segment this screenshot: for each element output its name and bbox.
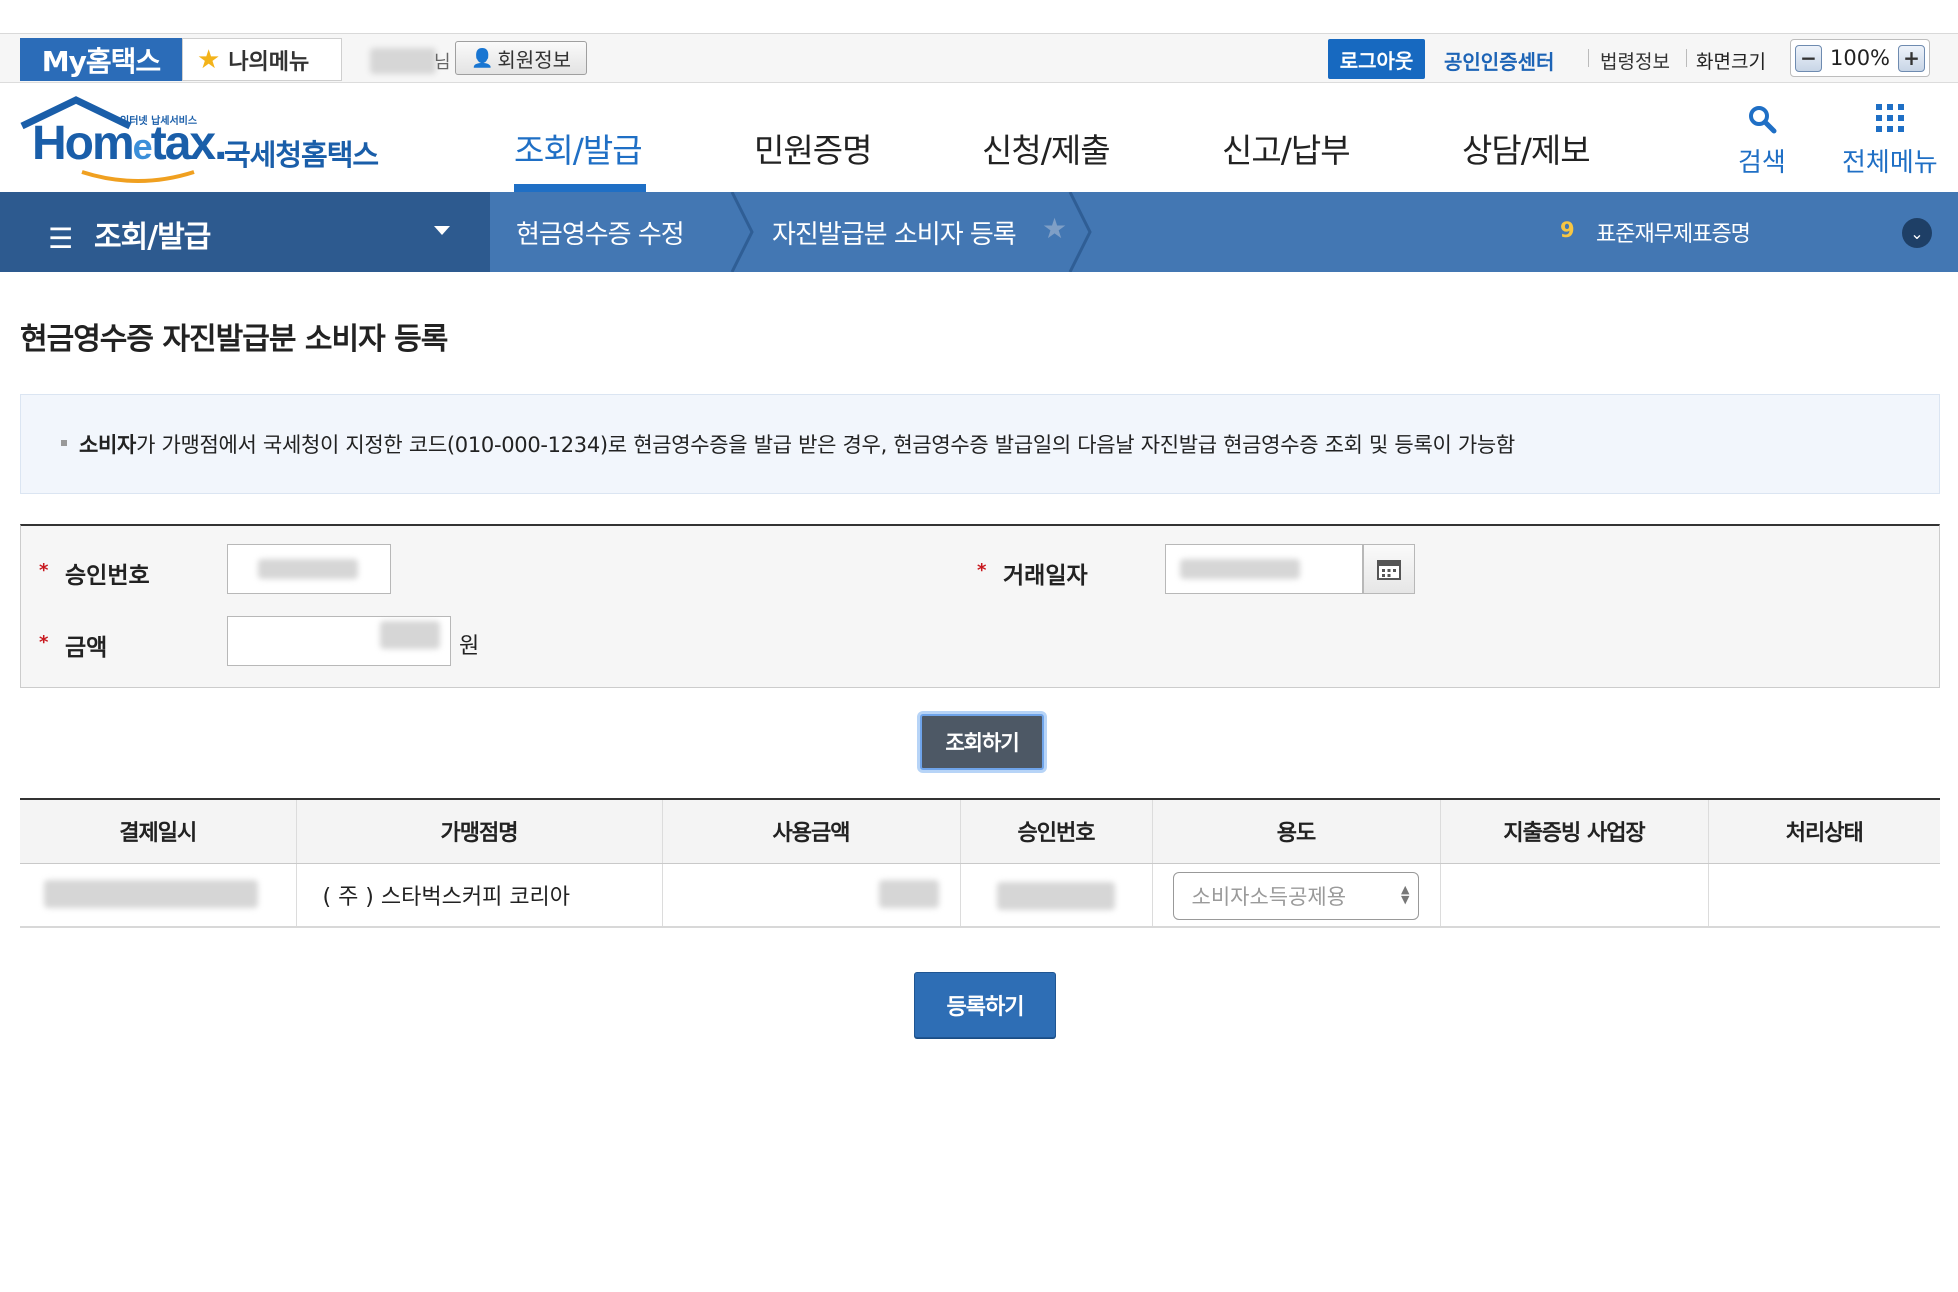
usage-select[interactable]: 소비자소득공제용 ▲ ▼ <box>1172 871 1419 920</box>
redacted-value <box>258 559 358 579</box>
amount-unit: 원 <box>459 634 480 659</box>
grid-menu-icon[interactable] <box>1876 104 1904 132</box>
caret-down-icon <box>434 226 450 235</box>
amount-cell <box>661 863 960 928</box>
breadcrumb-section-title: 조회/발급 <box>94 220 211 255</box>
zoom-level: 100% <box>1829 46 1891 70</box>
law-info-link[interactable]: 법령정보 <box>1600 47 1670 74</box>
usage-select-value: 소비자소득공제용 <box>1191 884 1347 909</box>
payment-datetime-cell <box>20 863 296 928</box>
column-header: 결제일시 <box>20 798 296 864</box>
top-utility-bar: My홈택스 ★ 나의메뉴 님 👤 회원정보 로그아웃 공인인증센터 법령정보 화… <box>0 33 1958 83</box>
star-icon: ★ <box>197 44 221 75</box>
divider <box>1686 49 1687 67</box>
breadcrumb-item-consumer-register[interactable]: 자진발급분 소비자 등록 <box>772 214 1017 251</box>
redacted-value <box>44 879 258 908</box>
amount-label: 금액 <box>65 635 108 661</box>
logo-korean-name: 국세청홈택스 <box>224 138 379 172</box>
required-mark: * <box>39 560 49 581</box>
column-header: 가맹점명 <box>295 798 662 864</box>
merchant-name: ( 주 ) 스타벅스커피 코리아 <box>322 884 571 910</box>
required-mark: * <box>39 632 49 653</box>
result-table: 결제일시 가맹점명 사용금액 승인번호 용도 지출증빙 사업장 처리상태 ( 주… <box>20 798 1940 928</box>
search-button[interactable]: 조회하기 <box>920 714 1044 770</box>
member-info-label: 회원정보 <box>497 47 572 72</box>
quick-menu-item[interactable]: 표준재무제표증명 <box>1596 216 1751 248</box>
hamburger-icon: ☰ <box>48 222 74 255</box>
expense-workplace-cell <box>1439 863 1708 928</box>
transaction-date-label: 거래일자 <box>1003 563 1088 589</box>
notice-text: 소비자가 가맹점에서 국세청이 지정한 코드(010-000-1234)로 현금… <box>79 433 1515 457</box>
approval-number-input[interactable] <box>227 544 391 594</box>
search-icon[interactable] <box>1747 104 1777 134</box>
transaction-date-input[interactable] <box>1165 544 1363 594</box>
logout-button[interactable]: 로그아웃 <box>1328 39 1425 79</box>
register-button[interactable]: 등록하기 <box>914 972 1056 1038</box>
my-menu-button[interactable]: ★ 나의메뉴 <box>182 38 342 81</box>
zoom-control: − 100% + <box>1790 39 1930 77</box>
person-icon: 👤 <box>470 47 494 69</box>
quick-menu-number: 9 <box>1560 218 1575 242</box>
redacted-value <box>1180 559 1300 579</box>
logo-swoosh-icon <box>81 170 195 183</box>
breadcrumb-section[interactable]: ☰ 조회/발급 <box>0 192 490 272</box>
column-header: 지출증빙 사업장 <box>1439 798 1708 864</box>
notice-box: 소비자가 가맹점에서 국세청이 지정한 코드(010-000-1234)로 현금… <box>20 394 1940 494</box>
divider <box>1588 49 1589 67</box>
redacted-value <box>380 621 440 649</box>
required-mark: * <box>977 560 987 581</box>
column-header: 용도 <box>1151 798 1440 864</box>
user-name-redacted <box>370 48 436 74</box>
redacted-value <box>996 881 1115 910</box>
calendar-button[interactable] <box>1363 544 1415 594</box>
breadcrumb: ☰ 조회/발급 현금영수증 수정 자진발급분 소비자 등록 ★ 9 표준재무제표… <box>0 192 1958 272</box>
breadcrumb-separator <box>730 192 754 272</box>
screen-size-label: 화면크기 <box>1696 51 1766 73</box>
merchant-name-cell: ( 주 ) 스타벅스커피 코리아 <box>295 863 662 928</box>
main-nav-application[interactable]: 신청/제출 <box>982 124 1111 172</box>
search-label[interactable]: 검색 <box>1738 142 1786 179</box>
zoom-out-button[interactable]: − <box>1795 44 1822 72</box>
all-menu-label[interactable]: 전체메뉴 <box>1842 142 1938 179</box>
member-info-button[interactable]: 👤 회원정보 <box>455 41 587 75</box>
my-menu-label: 나의메뉴 <box>228 49 310 75</box>
column-header: 처리상태 <box>1707 798 1940 864</box>
calendar-icon <box>1377 560 1401 580</box>
column-header: 승인번호 <box>959 798 1152 864</box>
breadcrumb-separator <box>1068 192 1092 272</box>
bullet-icon <box>61 440 67 446</box>
breadcrumb-item-cash-receipt-edit[interactable]: 현금영수증 수정 <box>516 214 685 251</box>
search-form: * 승인번호 * 거래일자 * 금액 원 <box>20 524 1940 688</box>
logo-wordmark: Hometax. <box>32 117 227 170</box>
column-header: 사용금액 <box>661 798 960 864</box>
redacted-value <box>878 879 939 908</box>
main-nav-inquiry[interactable]: 조회/발급 <box>514 124 643 172</box>
my-hometax-button[interactable]: My홈택스 <box>20 38 182 81</box>
active-nav-indicator <box>514 184 646 192</box>
table-row[interactable]: ( 주 ) 스타벅스커피 코리아 소비자소득공제용 ▲ ▼ <box>20 863 1940 928</box>
cert-center-link[interactable]: 공인인증센터 <box>1444 46 1554 75</box>
amount-input[interactable] <box>227 616 451 666</box>
page-title: 현금영수증 자진발급분 소비자 등록 <box>20 322 448 357</box>
chevron-down-icon[interactable]: ⌄ <box>1902 218 1932 248</box>
usage-cell: 소비자소득공제용 ▲ ▼ <box>1151 863 1440 928</box>
status-cell <box>1707 863 1940 928</box>
favorite-star-icon[interactable]: ★ <box>1042 212 1067 245</box>
hometax-logo[interactable]: 인터넷 납세서비스 Hometax. 국세청홈택스 <box>18 96 388 186</box>
breadcrumb-arrow <box>472 192 490 272</box>
zoom-in-button[interactable]: + <box>1897 44 1925 72</box>
select-arrows-icon: ▲ ▼ <box>1401 882 1410 906</box>
approval-number-label: 승인번호 <box>65 563 150 589</box>
main-nav-consult[interactable]: 상담/제보 <box>1462 124 1591 172</box>
main-nav-report[interactable]: 신고/납부 <box>1222 124 1351 172</box>
approval-number-cell <box>959 863 1152 928</box>
user-suffix: 님 <box>434 52 451 73</box>
main-nav-certificate[interactable]: 민원증명 <box>754 124 872 172</box>
table-header-row: 결제일시 가맹점명 사용금액 승인번호 용도 지출증빙 사업장 처리상태 <box>20 798 1940 864</box>
